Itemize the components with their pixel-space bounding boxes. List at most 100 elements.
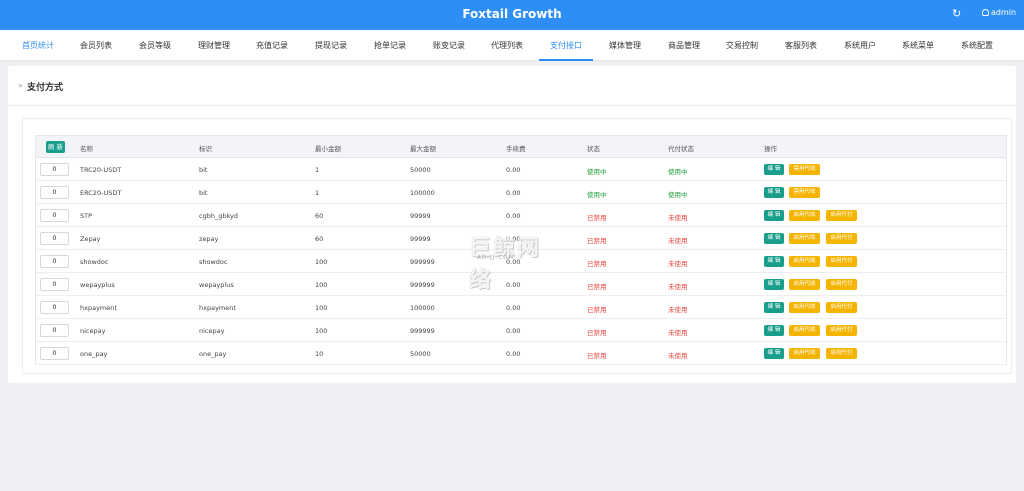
nav-tab[interactable]: 客服列表 bbox=[774, 30, 828, 61]
min-amount-cell: 100 bbox=[315, 304, 328, 312]
collect-toggle-button[interactable]: 启用代收 bbox=[789, 233, 820, 244]
nav-tab[interactable]: 提现记录 bbox=[304, 30, 358, 61]
nav-tab[interactable]: 账变记录 bbox=[422, 30, 476, 61]
status-cell: 已禁用 bbox=[587, 260, 607, 268]
sort-input[interactable]: 0 bbox=[40, 255, 69, 268]
sort-input[interactable]: 0 bbox=[40, 278, 69, 291]
edit-button[interactable]: 编 辑 bbox=[764, 348, 784, 359]
collect-toggle-button[interactable]: 启用代收 bbox=[789, 348, 820, 359]
fee-cell: 0.00 bbox=[506, 212, 521, 220]
sort-input[interactable]: 0 bbox=[40, 347, 69, 360]
name-cell: showdoc bbox=[80, 258, 109, 266]
breadcrumb-marker: » bbox=[18, 81, 23, 90]
edit-button[interactable]: 编 辑 bbox=[764, 187, 784, 198]
code-cell: bit bbox=[199, 189, 208, 197]
status-cell: 已禁用 bbox=[587, 237, 607, 245]
table-header: 刷 新 名称 标识 最小金额 最大金额 手续费 状态 代付状态 操作 bbox=[36, 136, 1006, 158]
payout-toggle-button[interactable]: 启用代付 bbox=[826, 302, 857, 313]
payout-toggle-button[interactable]: 启用代付 bbox=[826, 233, 857, 244]
nav-tab[interactable]: 会员等级 bbox=[128, 30, 182, 61]
username: admin bbox=[991, 8, 1017, 17]
sort-input[interactable]: 0 bbox=[40, 209, 69, 222]
nav-tab[interactable]: 系统用户 bbox=[833, 30, 887, 61]
nav-tab[interactable]: 理财管理 bbox=[187, 30, 241, 61]
nav-tab[interactable]: 代理列表 bbox=[480, 30, 534, 61]
nav-tab[interactable]: 商品管理 bbox=[657, 30, 711, 61]
edit-button[interactable]: 编 辑 bbox=[764, 164, 784, 175]
max-amount-cell: 999999 bbox=[410, 281, 435, 289]
collect-toggle-button[interactable]: 禁用代收 bbox=[789, 187, 820, 198]
payout-status-cell: 使用中 bbox=[668, 168, 688, 176]
column-header: 操作 bbox=[764, 145, 777, 153]
refresh-button[interactable]: 刷 新 bbox=[46, 141, 65, 153]
payout-status-cell: 未使用 bbox=[668, 306, 688, 314]
edit-button[interactable]: 编 辑 bbox=[764, 279, 784, 290]
nav-tab[interactable]: 会员列表 bbox=[69, 30, 123, 61]
collect-toggle-button[interactable]: 启用代收 bbox=[789, 256, 820, 267]
column-header: 最大金额 bbox=[410, 145, 436, 153]
fee-cell: 0.00 bbox=[506, 350, 521, 358]
sort-input[interactable]: 0 bbox=[40, 324, 69, 337]
name-cell: STP bbox=[80, 212, 93, 220]
table-row: 0 one_pay one_pay 10 50000 0.00 已禁用 未使用 编 辑启用代收启… bbox=[36, 342, 1006, 365]
refresh-icon[interactable]: ↻ bbox=[952, 7, 961, 20]
min-amount-cell: 10 bbox=[315, 350, 324, 358]
payout-toggle-button[interactable]: 启用代付 bbox=[826, 279, 857, 290]
nav-tab[interactable]: 抢单记录 bbox=[363, 30, 417, 61]
edit-button[interactable]: 编 辑 bbox=[764, 256, 784, 267]
column-header: 状态 bbox=[587, 145, 600, 153]
edit-button[interactable]: 编 辑 bbox=[764, 233, 784, 244]
max-amount-cell: 99999 bbox=[410, 235, 431, 243]
sort-input[interactable]: 0 bbox=[40, 163, 69, 176]
nav-tab[interactable]: 交易控制 bbox=[715, 30, 769, 61]
edit-button[interactable]: 编 辑 bbox=[764, 325, 784, 336]
status-cell: 使用中 bbox=[587, 191, 607, 199]
collect-toggle-button[interactable]: 启用代收 bbox=[789, 279, 820, 290]
table-row: 0 nicepay nicepay 100 999999 0.00 已禁用 未使用编 辑启用代… bbox=[36, 319, 1006, 342]
collect-toggle-button[interactable]: 启用代收 bbox=[789, 325, 820, 336]
status-cell: 已禁用 bbox=[587, 283, 607, 291]
payout-toggle-button[interactable]: 启用代付 bbox=[826, 256, 857, 267]
column-header: 标识 bbox=[199, 145, 212, 153]
min-amount-cell: 1 bbox=[315, 189, 320, 197]
max-amount-cell: 100000 bbox=[410, 189, 435, 197]
payout-toggle-button[interactable]: 启用代付 bbox=[826, 325, 857, 336]
sort-input[interactable]: 0 bbox=[40, 186, 69, 199]
nav-tab[interactable]: 系统配置 bbox=[950, 30, 1004, 61]
nav-tab[interactable]: 充值记录 bbox=[245, 30, 299, 61]
nav-tab[interactable]: 首页统计 bbox=[11, 30, 65, 61]
max-amount-cell: 100000 bbox=[410, 304, 435, 312]
name-cell: Zepay bbox=[80, 235, 101, 243]
collect-toggle-button[interactable]: 禁用代收 bbox=[789, 164, 820, 175]
nav-tab[interactable]: 媒体管理 bbox=[598, 30, 652, 61]
min-amount-cell: 60 bbox=[315, 235, 324, 243]
nav-tab[interactable]: 支付接口 bbox=[539, 30, 593, 61]
table-row: 0 hxpayment hxpayment 100 100000 0.00 已禁用 未使用 编 … bbox=[36, 296, 1006, 319]
payout-status-cell: 使用中 bbox=[668, 191, 688, 199]
collect-toggle-button[interactable]: 启用代收 bbox=[789, 210, 820, 221]
name-cell: TRC20-USDT bbox=[80, 166, 122, 174]
payout-status-cell: 未使用 bbox=[668, 283, 688, 291]
max-amount-cell: 999999 bbox=[410, 327, 435, 335]
collect-toggle-button[interactable]: 启用代收 bbox=[789, 302, 820, 313]
sort-input[interactable]: 0 bbox=[40, 232, 69, 245]
payout-status-cell: 未使用 bbox=[668, 214, 688, 222]
max-amount-cell: 50000 bbox=[410, 166, 431, 174]
code-cell: one_pay bbox=[199, 350, 227, 358]
user-menu[interactable]: admin bbox=[982, 8, 1016, 17]
payout-toggle-button[interactable]: 启用代付 bbox=[826, 210, 857, 221]
payout-toggle-button[interactable]: 启用代付 bbox=[826, 348, 857, 359]
payout-status-cell: 未使用 bbox=[668, 237, 688, 245]
fee-cell: 0.00 bbox=[506, 327, 521, 335]
nav-tab[interactable]: 系统菜单 bbox=[891, 30, 945, 61]
card-header: » 支付方式 bbox=[8, 66, 1016, 106]
sort-input[interactable]: 0 bbox=[40, 301, 69, 314]
min-amount-cell: 100 bbox=[315, 281, 328, 289]
status-cell: 已禁用 bbox=[587, 329, 607, 337]
watermark-subtext: AD-JJ.COM bbox=[477, 255, 515, 261]
edit-button[interactable]: 编 辑 bbox=[764, 210, 784, 221]
watermark: 巨鲸网络 AD-JJ.COM bbox=[469, 230, 551, 293]
fee-cell: 0.00 bbox=[506, 189, 521, 197]
page-title: 支付方式 bbox=[27, 83, 64, 93]
edit-button[interactable]: 编 辑 bbox=[764, 302, 784, 313]
